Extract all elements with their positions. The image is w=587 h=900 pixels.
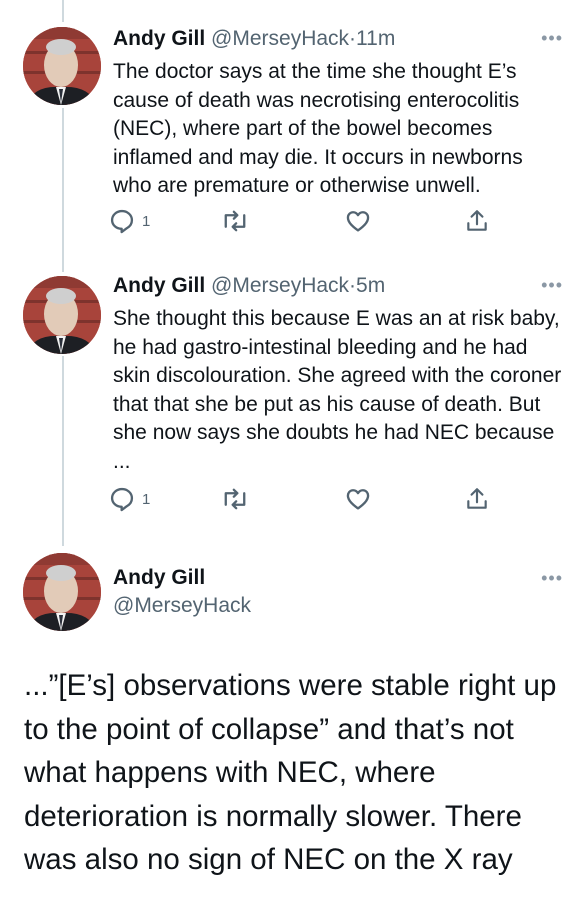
thread-line-top bbox=[62, 0, 64, 22]
reply-button[interactable]: 1 bbox=[108, 484, 150, 514]
like-icon bbox=[346, 211, 370, 232]
retweet-button[interactable] bbox=[220, 206, 250, 236]
timestamp[interactable]: 5m bbox=[356, 274, 385, 297]
main-tweet-text: ...”[E’s] observations were stable right… bbox=[24, 669, 557, 876]
reply-icon bbox=[110, 209, 134, 234]
like-icon bbox=[346, 489, 370, 510]
reply-icon bbox=[110, 487, 134, 512]
avatar-photo bbox=[23, 276, 101, 354]
reply-count: 1 bbox=[142, 212, 151, 230]
author-handle[interactable]: @MerseyHack bbox=[113, 594, 251, 618]
separator: · bbox=[349, 27, 357, 50]
share-button[interactable] bbox=[464, 206, 490, 236]
separator: · bbox=[349, 274, 357, 297]
avatar[interactable] bbox=[23, 553, 101, 631]
retweet-button[interactable] bbox=[220, 484, 250, 514]
avatar-photo bbox=[23, 553, 101, 631]
avatar-photo bbox=[23, 27, 101, 105]
retweet-icon bbox=[224, 210, 246, 232]
retweet-icon bbox=[224, 488, 246, 510]
share-button[interactable] bbox=[464, 484, 490, 514]
avatar[interactable] bbox=[23, 27, 101, 105]
author-name[interactable]: Andy Gill bbox=[113, 274, 205, 297]
author-handle[interactable]: @MerseyHack bbox=[211, 27, 349, 50]
like-button[interactable] bbox=[344, 206, 372, 236]
author-handle[interactable]: @MerseyHack bbox=[211, 274, 349, 297]
reply-count: 1 bbox=[142, 490, 151, 508]
tweet-header: Andy Gill @MerseyHack·11m bbox=[113, 26, 395, 52]
tweet-text: She thought this because E was an at ris… bbox=[113, 307, 562, 473]
reply-button[interactable]: 1 bbox=[108, 206, 150, 236]
like-button[interactable] bbox=[344, 484, 372, 514]
more-icon[interactable]: ••• bbox=[541, 276, 563, 294]
avatar[interactable] bbox=[23, 276, 101, 354]
tweet-header: Andy Gill @MerseyHack·5m bbox=[113, 273, 385, 299]
more-icon[interactable]: ••• bbox=[541, 569, 563, 587]
thread-line-2 bbox=[62, 356, 64, 546]
share-icon bbox=[467, 488, 487, 509]
share-icon bbox=[467, 210, 487, 231]
tweet-text: The doctor says at the time she thought … bbox=[113, 60, 523, 197]
action-bar: 1 bbox=[108, 484, 488, 514]
author-name[interactable]: Andy Gill bbox=[113, 566, 205, 590]
more-icon[interactable]: ••• bbox=[541, 29, 563, 47]
author-name[interactable]: Andy Gill bbox=[113, 27, 205, 50]
thread-line-1 bbox=[62, 108, 64, 272]
action-bar: 1 bbox=[108, 206, 488, 236]
timestamp[interactable]: 11m bbox=[356, 27, 395, 50]
